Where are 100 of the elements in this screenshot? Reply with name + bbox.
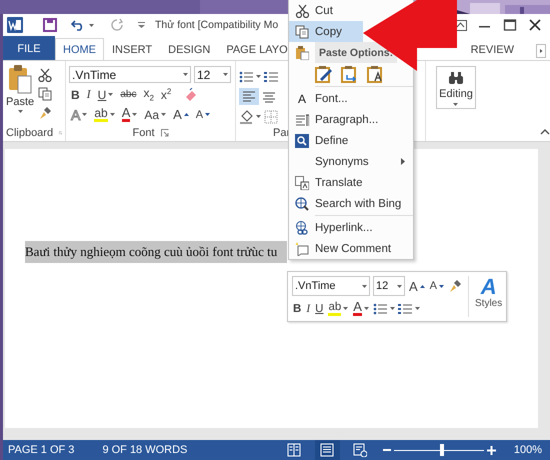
minus-icon[interactable]: [382, 446, 391, 454]
format-button[interactable]: B: [292, 300, 302, 317]
caret-icon[interactable]: [18, 110, 23, 113]
menu-item[interactable]: Hyperlink...: [289, 217, 413, 238]
font-icon: A: [298, 92, 306, 106]
menu-item[interactable]: Copy: [289, 21, 363, 42]
caret-icon[interactable]: [343, 307, 348, 310]
save-icon[interactable]: [43, 18, 57, 32]
format-button[interactable]: ab: [92, 106, 117, 123]
caret-icon[interactable]: [256, 75, 261, 78]
format-button[interactable]: x$^{2}$: [158, 86, 174, 103]
word-count[interactable]: 9 OF 18 WORDS: [102, 444, 188, 456]
caret-icon[interactable]: [390, 307, 395, 310]
format-button[interactable]: A: [194, 106, 212, 123]
page-count[interactable]: PAGE 1 OF 3: [8, 444, 74, 456]
plus-icon[interactable]: [486, 446, 496, 454]
menu-item[interactable]: Synonyms: [289, 151, 413, 172]
paste-button[interactable]: Paste: [6, 64, 34, 125]
font-size-field[interactable]: 12: [194, 66, 231, 83]
font-name-field[interactable]: .VnTime: [69, 66, 191, 83]
caret-icon[interactable]: [82, 113, 88, 116]
font-name-field[interactable]: .VnTime: [292, 276, 370, 296]
scroll-right-icon[interactable]: [536, 44, 546, 58]
slider-thumb[interactable]: [440, 444, 444, 456]
menu-item[interactable]: A Font...: [289, 88, 413, 109]
translate-icon: [295, 176, 309, 190]
ribbon-tab[interactable]: FILE: [3, 36, 55, 60]
numbering-icon[interactable]: [398, 302, 412, 314]
caret-icon[interactable]: [89, 24, 94, 26]
format-painter-icon[interactable]: [38, 106, 52, 120]
define-icon: [295, 134, 309, 148]
caret-icon[interactable]: [110, 113, 115, 116]
dialog-launcher-icon[interactable]: [160, 129, 168, 137]
menu-item[interactable]: Cut: [289, 0, 363, 21]
app-icon[interactable]: [7, 17, 23, 33]
editing-button[interactable]: Editing: [436, 66, 476, 109]
shading-icon[interactable]: [239, 110, 253, 124]
zoom-level[interactable]: 100%: [514, 444, 542, 456]
format-button[interactable]: A: [352, 300, 370, 317]
menu-item[interactable]: New Comment: [289, 238, 413, 259]
menu-item[interactable]: Translate: [289, 172, 413, 193]
align-center-icon[interactable]: [262, 90, 276, 102]
format-button[interactable]: A: [171, 106, 191, 123]
caret-icon[interactable]: [364, 307, 369, 310]
format-button[interactable]: A: [428, 278, 446, 294]
borders-icon[interactable]: [264, 110, 278, 124]
caret-icon[interactable]: [362, 284, 367, 288]
format-button[interactable]: Aa: [142, 106, 168, 123]
document-text: Baưi thửy nghieọm coõng cuù ủoồi font trửùc tu: [25, 241, 288, 263]
copy-icon[interactable]: [38, 87, 52, 101]
font-size-field[interactable]: 12: [373, 276, 405, 296]
align-left-icon[interactable]: [239, 88, 259, 105]
print-layout-icon: [320, 443, 334, 457]
caret-icon[interactable]: [183, 73, 188, 76]
group-label: Clipboard: [6, 127, 54, 139]
format-button[interactable]: x$_{2}$: [141, 86, 156, 103]
menu-item[interactable]: Define: [289, 130, 413, 151]
menu-item[interactable]: Paragraph...: [289, 109, 413, 130]
format-button[interactable]: A: [120, 106, 140, 123]
menu-item[interactable]: Search with Bing: [289, 193, 413, 214]
ribbon-tab[interactable]: INSERT: [104, 38, 160, 60]
maximize-icon[interactable]: [503, 19, 517, 31]
numbering-icon[interactable]: [264, 70, 278, 82]
format-painter-icon[interactable]: [448, 279, 462, 293]
customize-icon[interactable]: [138, 22, 145, 28]
copy-icon: [295, 24, 309, 38]
caret-icon[interactable]: [453, 103, 458, 106]
caret-icon[interactable]: [256, 115, 261, 118]
caret-icon[interactable]: [414, 307, 420, 310]
ribbon-tab[interactable]: REVIEW: [462, 38, 522, 60]
menu-header: Paste Options:: [315, 42, 398, 63]
comment-icon: [295, 242, 309, 256]
undo-icon[interactable]: [71, 19, 85, 31]
format-button[interactable]: B: [69, 86, 82, 103]
format-button[interactable]: ab: [327, 300, 350, 317]
format-button[interactable]: abc: [118, 86, 138, 103]
ribbon-tab[interactable]: HOME: [55, 38, 104, 60]
bullets-icon[interactable]: [372, 302, 387, 314]
format-button[interactable]: U: [314, 300, 324, 317]
bullets-icon[interactable]: [239, 70, 253, 82]
styles-button[interactable]: A Styles: [475, 276, 502, 309]
format-button[interactable]: I: [84, 86, 93, 103]
format-button[interactable]: U: [96, 86, 116, 103]
caret-icon[interactable]: [223, 73, 228, 76]
caret-icon: [439, 284, 444, 288]
format-button[interactable]: A: [408, 278, 426, 294]
caret-icon[interactable]: [108, 93, 114, 96]
clipboard-text-icon[interactable]: [367, 65, 385, 83]
caret-icon[interactable]: [397, 284, 402, 288]
scissors-icon[interactable]: [38, 68, 52, 82]
ribbon-tab[interactable]: DESIGN: [160, 38, 218, 60]
caret-icon[interactable]: [132, 113, 138, 116]
format-button[interactable]: I: [305, 300, 312, 317]
clipboard-brush-icon[interactable]: [315, 65, 333, 83]
view-button[interactable]: [314, 440, 340, 460]
caret-icon[interactable]: [161, 113, 166, 116]
collapse-ribbon-icon[interactable]: [540, 129, 550, 135]
close-icon[interactable]: [528, 19, 542, 31]
group-label: Font: [132, 127, 154, 139]
scissors-icon: [295, 4, 309, 18]
